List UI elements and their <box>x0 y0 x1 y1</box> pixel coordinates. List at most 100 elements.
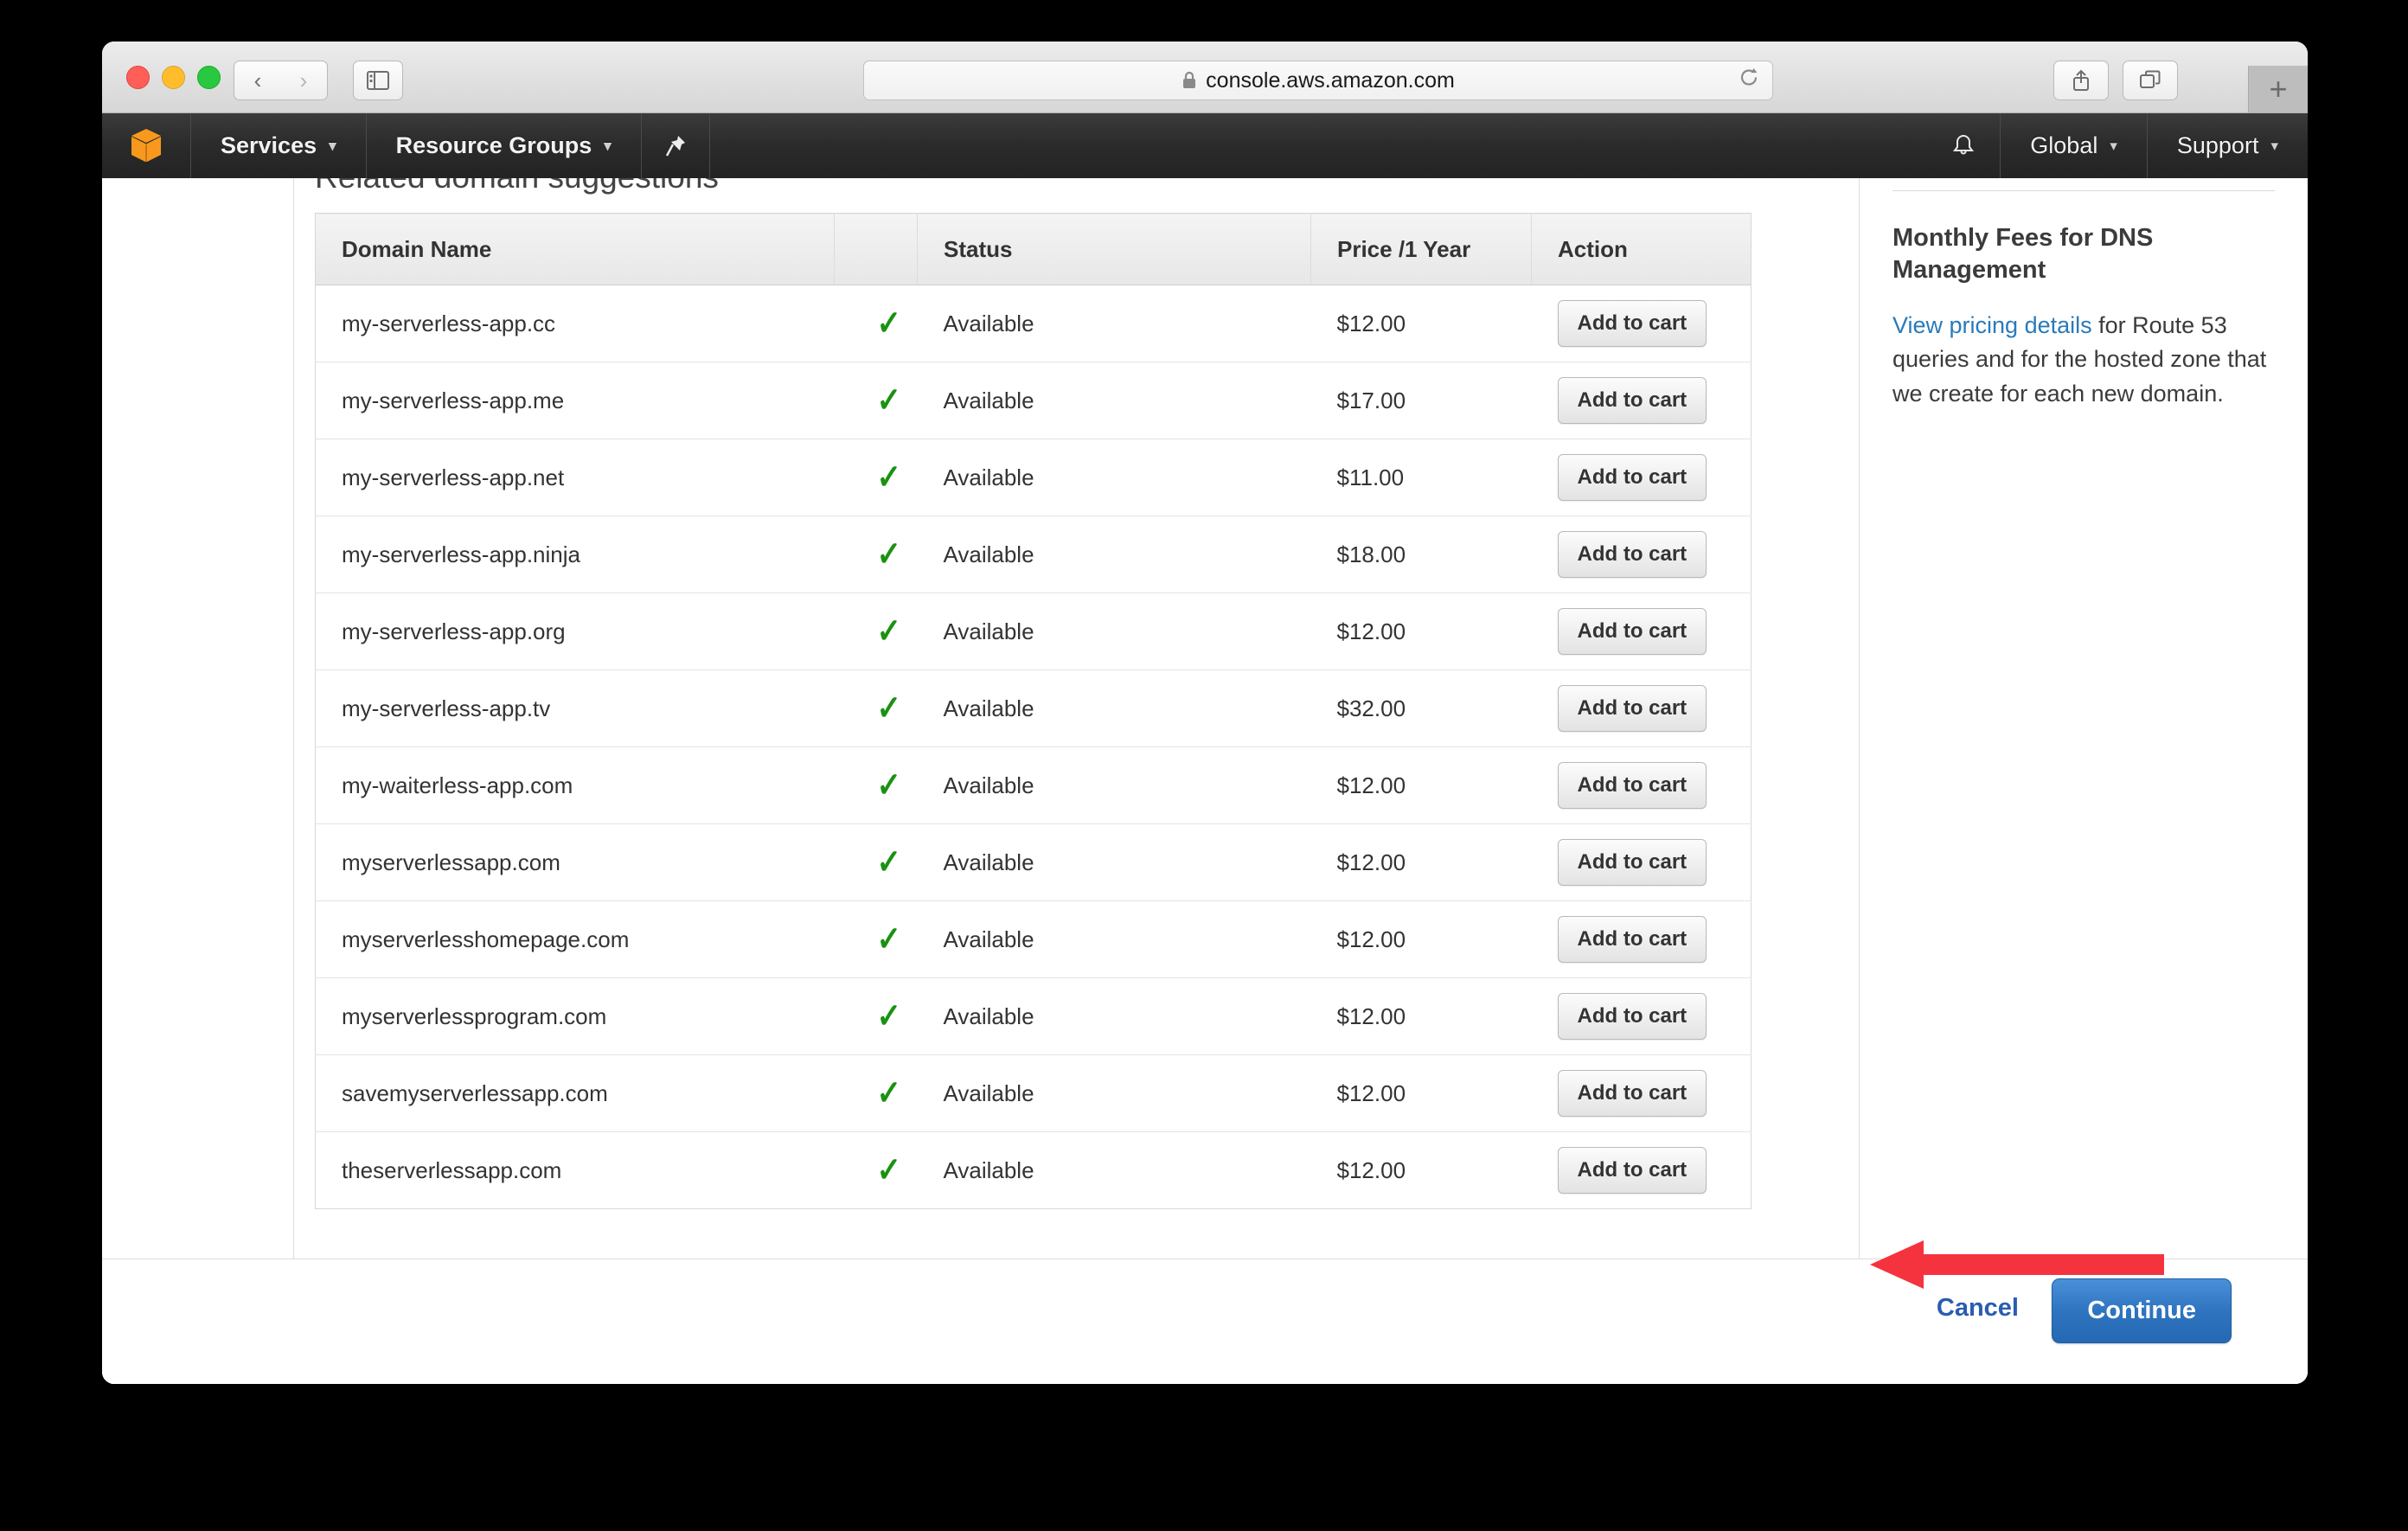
nav-pin-button[interactable] <box>642 113 710 178</box>
chevron-down-icon: ▾ <box>329 137 336 154</box>
cell-action: Add to cart <box>1531 823 1752 901</box>
table-row: my-serverless-app.cc ✓ Available $12.00 Add … <box>315 285 1752 362</box>
plus-icon: + <box>2269 71 2288 106</box>
cell-price: $32.00 <box>1310 669 1532 747</box>
table-row: my-serverless-app.tv ✓ Available $32.00 Add … <box>315 669 1752 747</box>
domain-suggestions-table: Domain Name Status Price /1 Year Action … <box>315 213 1752 1209</box>
table-row: theserverlessapp.com ✓ Available $12.00 Add … <box>316 1132 1752 1209</box>
cell-availability-check: ✓ <box>834 439 918 516</box>
show-tabs-button[interactable] <box>2123 61 2178 100</box>
checkmark-icon: ✓ <box>876 997 901 1035</box>
info-side-panel: Monthly Fees for DNS Management View pri… <box>1859 178 2308 1259</box>
sidebar-toggle-button[interactable] <box>353 61 403 100</box>
cell-availability-check: ✓ <box>834 285 918 362</box>
close-window-button[interactable] <box>126 66 150 89</box>
checkmark-icon: ✓ <box>876 612 901 650</box>
cell-price: $12.00 <box>1336 1156 1406 1183</box>
add-to-cart-button[interactable]: Add to cart <box>1557 377 1707 424</box>
cell-action: Add to cart <box>1531 1054 1752 1132</box>
reload-button[interactable] <box>1738 67 1760 95</box>
chevron-down-icon: ▾ <box>2110 137 2117 154</box>
add-to-cart-button[interactable]: Add to cart <box>1557 300 1707 347</box>
reload-icon <box>1740 68 1758 86</box>
add-to-cart-button[interactable]: Add to cart <box>1557 531 1707 578</box>
cell-availability-check: ✓ <box>834 516 918 593</box>
page-body: Related domain suggestions Domain Name S… <box>102 178 2308 1384</box>
view-pricing-details-link[interactable]: View pricing details <box>1892 312 2092 338</box>
checkmark-icon: ✓ <box>876 1074 901 1112</box>
aws-cube-logo <box>131 128 161 162</box>
column-header-price: Price /1 Year <box>1310 213 1532 285</box>
cell-action: Add to cart <box>1531 900 1752 978</box>
new-tab-button[interactable]: + <box>2248 66 2308 112</box>
table-row: savemyserverlessapp.com ✓ Available $12.00 A… <box>315 1054 1752 1132</box>
cell-price: $12.00 <box>1310 1054 1532 1132</box>
nav-services-label: Services <box>221 132 317 158</box>
table-row: my-serverless-app.org ✓ Available $12.00 Add… <box>315 593 1752 670</box>
add-to-cart-button[interactable]: Add to cart <box>1557 839 1707 886</box>
back-button[interactable]: ‹ <box>234 61 282 100</box>
lock-icon <box>1183 71 1196 88</box>
cell-status: Available <box>917 977 1311 1055</box>
aws-top-nav: Services ▾ Resource Groups ▾ Global ▾ Su… <box>102 113 2308 178</box>
nav-region-selector[interactable]: Global ▾ <box>2000 113 2147 178</box>
cell-domain-name: my-serverless-app.org <box>315 593 835 670</box>
cell-status: Available <box>917 439 1311 516</box>
table-row: my-serverless-app.ninja ✓ Available $18.00 A… <box>315 516 1752 593</box>
add-to-cart-button[interactable]: Add to cart <box>1557 993 1707 1040</box>
cell-price: $12.00 <box>1310 285 1532 362</box>
cell-domain-name: myserverlessapp.com <box>315 823 835 901</box>
table-row: my-serverless-app.net ✓ Available $11.00 Add… <box>315 439 1752 516</box>
add-to-cart-button[interactable]: Add to cart <box>1557 608 1707 655</box>
notifications-button[interactable] <box>1927 113 2000 178</box>
page-title: Related domain suggestions <box>315 178 719 195</box>
add-to-cart-button[interactable]: Add to cart <box>1557 916 1707 963</box>
checkmark-icon: ✓ <box>876 304 901 343</box>
continue-button[interactable]: Continue <box>2052 1278 2232 1343</box>
sidebar-toggle-icon <box>367 71 389 90</box>
cell-availability-check: ✓ <box>834 746 918 824</box>
cell-domain-name: my-waiterless-app.com <box>315 746 835 824</box>
cell-status: Available <box>943 1156 1034 1183</box>
aws-home-link[interactable] <box>102 113 191 178</box>
chevron-down-icon: ▾ <box>604 137 612 154</box>
nav-resource-groups[interactable]: Resource Groups ▾ <box>367 113 642 178</box>
address-bar[interactable]: console.aws.amazon.com <box>863 61 1773 100</box>
cell-domain-name: myserverlesshomepage.com <box>315 900 835 978</box>
cell-domain-name: theserverlessapp.com <box>342 1156 562 1183</box>
cell-price: $12.00 <box>1310 900 1532 978</box>
cell-availability-check: ✓ <box>834 362 918 439</box>
share-button[interactable] <box>2053 61 2109 100</box>
checkmark-icon: ✓ <box>876 689 901 727</box>
checkmark-icon: ✓ <box>876 458 901 496</box>
maximize-window-button[interactable] <box>197 66 221 89</box>
add-to-cart-button[interactable]: Add to cart <box>1557 762 1707 809</box>
add-to-cart-button[interactable]: Add to cart <box>1557 1147 1707 1194</box>
cell-availability-check: ✓ <box>834 669 918 747</box>
cell-price: $18.00 <box>1310 516 1532 593</box>
cell-action: Add to cart <box>1531 362 1752 439</box>
action-bar: Cancel Continue <box>102 1259 2308 1384</box>
nav-right-group: Global ▾ Support ▾ <box>1927 113 2308 178</box>
add-to-cart-button[interactable]: Add to cart <box>1557 685 1707 732</box>
cell-action: Add to cart <box>1531 669 1752 747</box>
cancel-button[interactable]: Cancel <box>1937 1294 2019 1323</box>
forward-button[interactable]: › <box>280 61 328 100</box>
cell-domain-name: my-serverless-app.me <box>315 362 835 439</box>
add-to-cart-button[interactable]: Add to cart <box>1557 1070 1707 1117</box>
cell-availability-check: ✓ <box>834 977 918 1055</box>
table-row: my-waiterless-app.com ✓ Available $12.00 Add… <box>315 746 1752 824</box>
nav-services[interactable]: Services ▾ <box>191 113 367 178</box>
panel-body: View pricing details for Route 53 querie… <box>1892 309 2275 410</box>
checkmark-icon: ✓ <box>876 920 901 958</box>
column-header-status: Status <box>917 213 1311 285</box>
checkmark-icon: ✓ <box>876 1151 901 1189</box>
minimize-window-button[interactable] <box>162 66 185 89</box>
column-header-action: Action <box>1531 213 1752 285</box>
cell-status: Available <box>917 1054 1311 1132</box>
nav-support-menu[interactable]: Support ▾ <box>2146 113 2308 178</box>
column-header-blank <box>834 213 918 285</box>
cell-action: Add to cart <box>1532 1132 1752 1209</box>
add-to-cart-button[interactable]: Add to cart <box>1557 454 1707 501</box>
